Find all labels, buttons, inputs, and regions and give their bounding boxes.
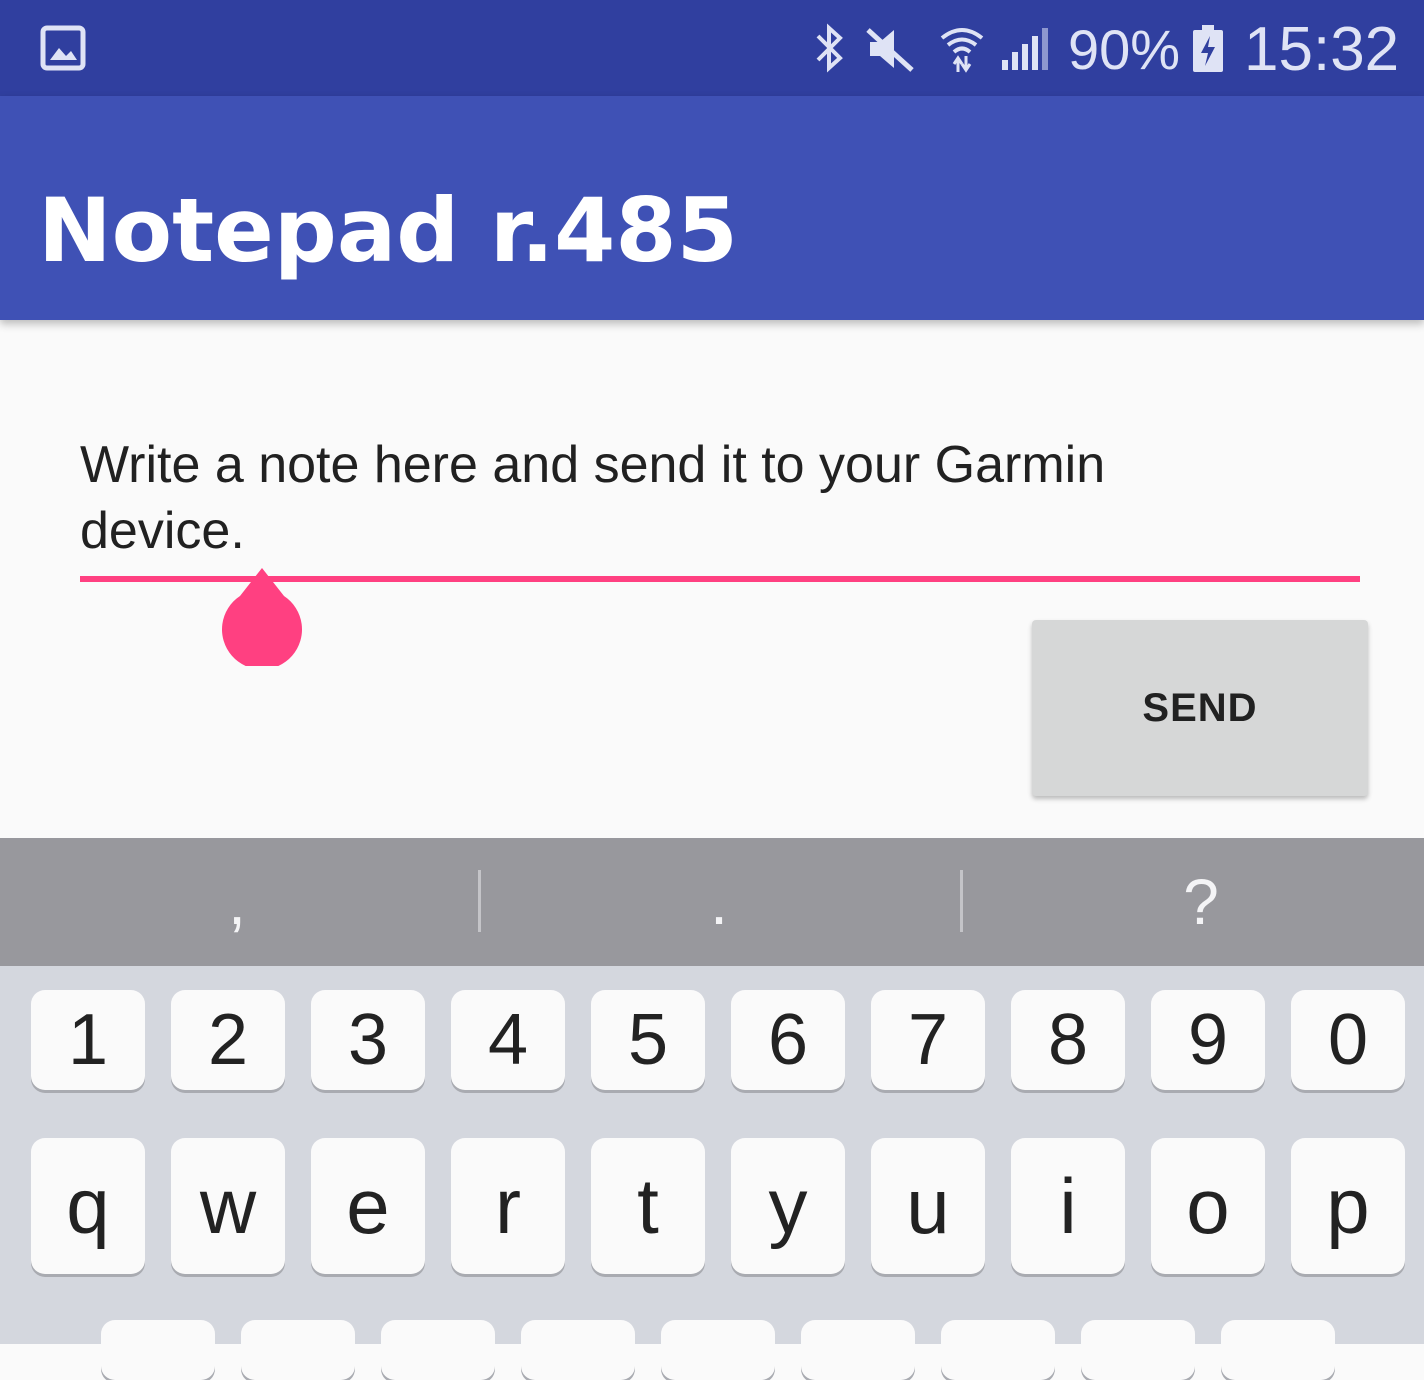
key-q[interactable]: q (31, 1138, 145, 1274)
key-u[interactable]: u (871, 1138, 985, 1274)
bluetooth-icon (816, 23, 843, 73)
keyboard-key[interactable] (801, 1320, 915, 1380)
wifi-icon (940, 28, 984, 73)
key-t[interactable]: t (591, 1138, 705, 1274)
key-o[interactable]: o (1151, 1138, 1265, 1274)
keyboard-key[interactable] (381, 1320, 495, 1380)
key-i[interactable]: i (1011, 1138, 1125, 1274)
key-e[interactable]: e (311, 1138, 425, 1274)
app-title: Notepad r.485 (38, 179, 738, 282)
suggestion-divider (478, 870, 481, 932)
key-y[interactable]: y (731, 1138, 845, 1274)
key-6[interactable]: 6 (731, 990, 845, 1090)
key-9[interactable]: 9 (1151, 990, 1265, 1090)
mute-icon (866, 28, 914, 72)
note-input[interactable]: Write a note here and send it to your Ga… (80, 432, 1260, 564)
suggestion-comma[interactable]: , (0, 838, 474, 966)
status-bar: 90% 15:32 (0, 0, 1424, 96)
key-7[interactable]: 7 (871, 990, 985, 1090)
key-5[interactable]: 5 (591, 990, 705, 1090)
key-w[interactable]: w (171, 1138, 285, 1274)
app-bar: Notepad r.485 (0, 96, 1424, 320)
key-4[interactable]: 4 (451, 990, 565, 1090)
suggestion-divider (960, 870, 963, 932)
key-r[interactable]: r (451, 1138, 565, 1274)
keyboard-key[interactable] (661, 1320, 775, 1380)
keyboard-key[interactable] (941, 1320, 1055, 1380)
signal-icon (1002, 28, 1048, 70)
keyboard: 1 2 3 4 5 6 7 8 9 0 q w e r t y u i o p (0, 966, 1424, 1380)
keyboard-key[interactable] (1081, 1320, 1195, 1380)
key-1[interactable]: 1 (31, 990, 145, 1090)
suggestion-question[interactable]: ? (964, 838, 1424, 966)
key-2[interactable]: 2 (171, 990, 285, 1090)
suggestion-period[interactable]: . (482, 838, 956, 966)
key-3[interactable]: 3 (311, 990, 425, 1090)
keyboard-key[interactable] (241, 1320, 355, 1380)
key-8[interactable]: 8 (1011, 990, 1125, 1090)
keyboard-key[interactable] (1221, 1320, 1335, 1380)
keyboard-key[interactable] (101, 1320, 215, 1380)
key-0[interactable]: 0 (1291, 990, 1405, 1090)
gallery-icon (40, 25, 86, 71)
send-button[interactable]: SEND (1032, 620, 1368, 796)
key-p[interactable]: p (1291, 1138, 1405, 1274)
battery-percent: 90% (1068, 18, 1181, 81)
suggestion-strip: , . ? (0, 838, 1424, 966)
cursor-handle[interactable] (220, 566, 304, 666)
keyboard-key[interactable] (521, 1320, 635, 1380)
battery-charging-icon (1193, 25, 1223, 72)
clock: 15:32 (1244, 15, 1400, 84)
